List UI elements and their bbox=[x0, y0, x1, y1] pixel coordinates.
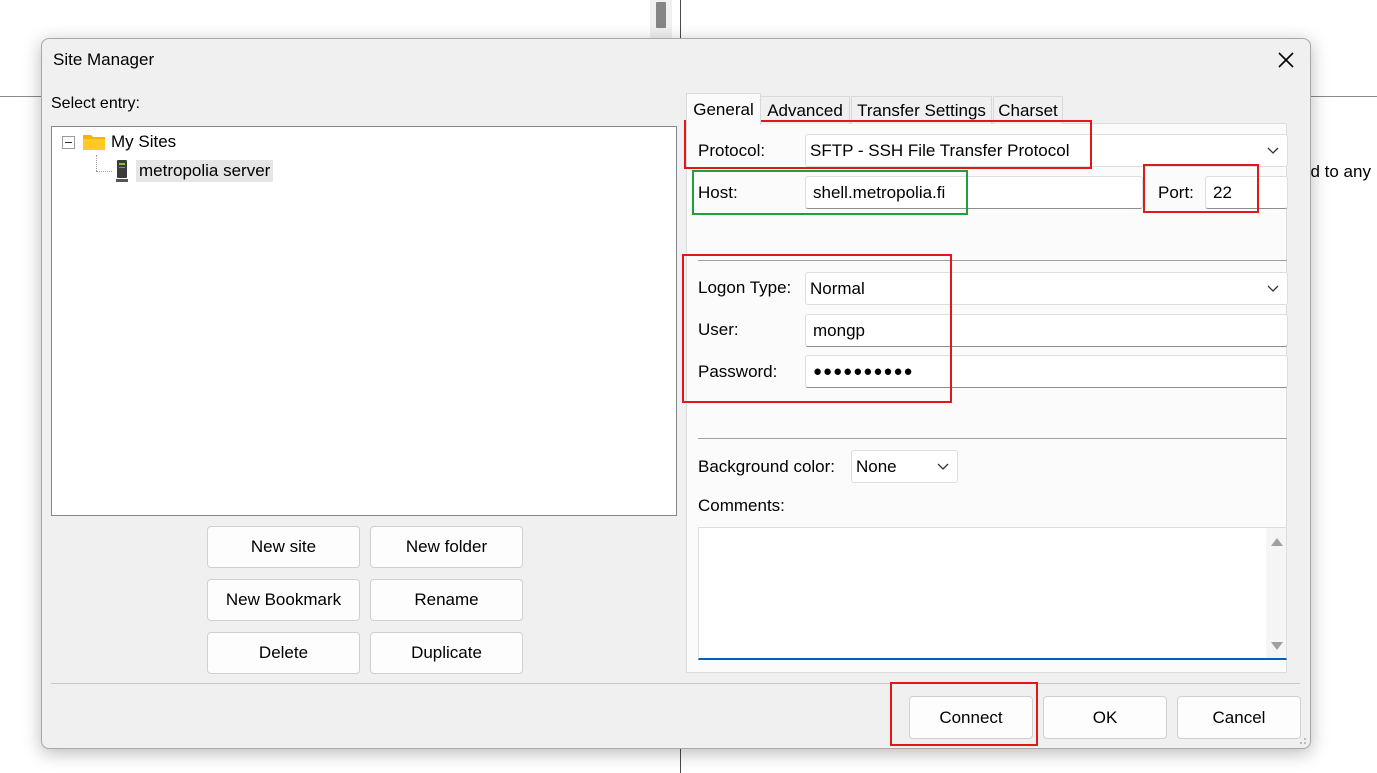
footer-divider bbox=[51, 683, 1300, 684]
password-input[interactable]: ●●●●●●●●●● bbox=[805, 355, 1288, 388]
resize-grip-icon[interactable] bbox=[1297, 735, 1307, 745]
scroll-up-icon[interactable] bbox=[1271, 538, 1283, 546]
server-icon bbox=[116, 160, 128, 182]
site-manager-dialog: Site Manager Select entry: My Sites metr… bbox=[41, 38, 1311, 749]
tree-item-label: My Sites bbox=[111, 132, 177, 151]
scrollbar-thumb[interactable] bbox=[656, 2, 666, 28]
tab-charset[interactable]: Charset bbox=[993, 96, 1063, 124]
comments-textarea[interactable] bbox=[698, 527, 1287, 660]
chevron-down-icon bbox=[1267, 147, 1279, 154]
background-divider bbox=[680, 0, 681, 38]
protocol-label: Protocol: bbox=[698, 141, 766, 160]
close-icon bbox=[1278, 52, 1294, 68]
scroll-down-icon[interactable] bbox=[1271, 642, 1283, 650]
tree-connector bbox=[96, 171, 112, 172]
site-tree[interactable]: My Sites metropolia server bbox=[51, 126, 677, 516]
section-divider bbox=[698, 438, 1287, 439]
background-divider bbox=[0, 96, 41, 97]
background-divider bbox=[680, 748, 681, 773]
background-color-select[interactable]: None bbox=[851, 450, 958, 483]
tree-item-label: metropolia server bbox=[136, 160, 274, 182]
logon-type-select[interactable]: Normal bbox=[805, 272, 1288, 305]
tab-advanced[interactable]: Advanced bbox=[760, 96, 850, 124]
ok-button[interactable]: OK bbox=[1043, 696, 1167, 739]
chevron-down-icon bbox=[937, 463, 949, 470]
host-label: Host: bbox=[698, 183, 738, 202]
tree-connector bbox=[96, 155, 97, 171]
user-input[interactable]: mongp bbox=[805, 314, 1288, 347]
chevron-down-icon bbox=[1267, 285, 1279, 292]
new-site-button[interactable]: New site bbox=[207, 526, 360, 568]
folder-icon bbox=[83, 135, 105, 150]
user-label: User: bbox=[698, 320, 739, 339]
duplicate-button[interactable]: Duplicate bbox=[370, 632, 523, 674]
tree-item-my-sites[interactable]: My Sites bbox=[62, 132, 176, 152]
background-color-value: None bbox=[856, 456, 897, 476]
background-text: ed to any bbox=[1301, 162, 1371, 181]
background-divider bbox=[1310, 96, 1377, 97]
tab-general[interactable]: General bbox=[686, 93, 761, 125]
background-color-label: Background color: bbox=[698, 457, 836, 476]
cancel-button[interactable]: Cancel bbox=[1177, 696, 1301, 739]
port-input[interactable]: 22 bbox=[1205, 176, 1288, 209]
protocol-value: SFTP - SSH File Transfer Protocol bbox=[810, 140, 1070, 160]
connect-button[interactable]: Connect bbox=[909, 696, 1033, 739]
collapse-toggle-icon[interactable] bbox=[62, 135, 75, 149]
close-button[interactable] bbox=[1270, 45, 1302, 75]
protocol-select[interactable]: SFTP - SSH File Transfer Protocol bbox=[805, 134, 1288, 167]
tree-item-metropolia-server[interactable]: metropolia server bbox=[114, 159, 274, 183]
tab-transfer-settings[interactable]: Transfer Settings bbox=[851, 96, 992, 124]
host-input[interactable]: shell.metropolia.fi bbox=[805, 176, 1143, 209]
password-label: Password: bbox=[698, 362, 778, 381]
rename-button[interactable]: Rename bbox=[370, 579, 523, 621]
new-folder-button[interactable]: New folder bbox=[370, 526, 523, 568]
logon-type-value: Normal bbox=[810, 278, 865, 298]
port-label: Port: bbox=[1158, 183, 1194, 202]
comments-scrollbar[interactable] bbox=[1266, 528, 1286, 658]
delete-button[interactable]: Delete bbox=[207, 632, 360, 674]
section-divider bbox=[698, 260, 1287, 261]
logon-type-label: Logon Type: bbox=[698, 278, 792, 297]
select-entry-label: Select entry: bbox=[51, 95, 140, 112]
background-scrollbar[interactable] bbox=[650, 0, 672, 38]
new-bookmark-button[interactable]: New Bookmark bbox=[207, 579, 360, 621]
comments-label: Comments: bbox=[698, 496, 785, 515]
dialog-title: Site Manager bbox=[53, 50, 155, 69]
